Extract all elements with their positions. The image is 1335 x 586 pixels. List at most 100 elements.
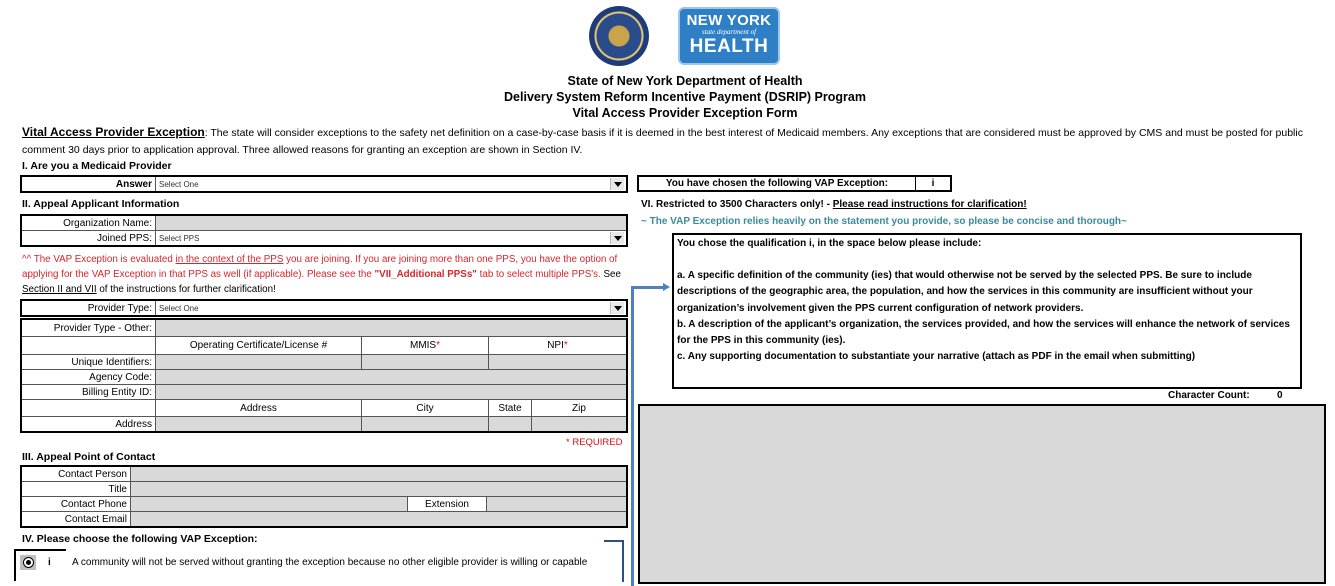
logo-line-3: HEALTH [689, 36, 769, 57]
op-cert-header: Operating Certificate/License # [155, 336, 362, 355]
city-input[interactable] [361, 416, 489, 433]
answer-select[interactable]: Select One [155, 175, 628, 193]
npi-header-text: NPI [547, 340, 564, 351]
required-note: * REQUIRED [566, 437, 623, 448]
provider-type-other-input[interactable] [155, 318, 628, 337]
provider-type-select[interactable]: Select One [155, 299, 628, 317]
medicaid-provider-table: Answer Select One [20, 175, 628, 193]
contact-phone-label: Contact Phone [20, 496, 131, 512]
pps-context-note: ^^ The VAP Exception is evaluated in the… [22, 252, 622, 297]
instruction-b: b. A description of the applicant’s orga… [677, 318, 1290, 347]
note-end: of the instructions for further clarific… [96, 284, 276, 295]
agency-code-label: Agency Code: [20, 369, 156, 385]
org-name-input[interactable] [155, 214, 628, 231]
contact-person-label: Contact Person [20, 465, 131, 482]
op-cert-input[interactable] [155, 354, 362, 370]
contact-table: Contact Person Title Contact Phone Exten… [20, 465, 628, 528]
option-i-text: A community will not be served without g… [72, 557, 588, 568]
intro-lead: Vital Access Provider Exception [22, 125, 205, 139]
npi-input[interactable] [488, 354, 628, 370]
joined-pps-value: Select PPS [159, 233, 200, 243]
title-line-1: State of New York Department of Health [567, 74, 803, 88]
provider-table: Provider Type: Select One [20, 299, 628, 317]
title-label: Title [20, 481, 131, 497]
note-underlined: in the context of the PPS [175, 254, 284, 265]
section-2-title: II. Appeal Applicant Information [22, 198, 180, 210]
title-line-3: Vital Access Provider Exception Form [572, 106, 798, 120]
contact-phone-input[interactable] [130, 496, 408, 512]
joined-pps-select[interactable]: Select PPS [155, 230, 628, 247]
title-line-2: Delivery System Reform Incentive Payment… [504, 90, 866, 104]
extension-label: Extension [407, 496, 487, 512]
option-i-numeral: i [48, 557, 51, 568]
unique-identifiers-label: Unique Identifiers: [20, 354, 156, 370]
provider-type-other-label: Provider Type - Other: [20, 318, 156, 337]
statement-instructions-box: You chose the qualification i, in the sp… [672, 233, 1302, 389]
contact-email-input[interactable] [130, 511, 628, 528]
empty-cell [20, 399, 156, 417]
answer-label: Answer [20, 175, 156, 193]
statement-textarea[interactable] [638, 404, 1326, 584]
section-3-title: III. Appeal Point of Contact [22, 451, 156, 463]
contact-person-input[interactable] [130, 465, 628, 482]
npi-header: NPI* [488, 336, 628, 355]
section-6-title: VI. Restricted to 3500 Characters only! … [641, 199, 1027, 210]
note-text: ^^ The VAP Exception is evaluated [22, 254, 176, 265]
title-input[interactable] [130, 481, 628, 497]
zip-input[interactable] [531, 416, 628, 433]
note-text: tab to select multiple PPS's. [476, 269, 604, 280]
dropdown-arrow-icon[interactable] [610, 302, 624, 314]
address-header: Address [155, 399, 362, 417]
instruction-c: c. Any supporting documentation to subst… [677, 351, 1196, 363]
mmis-header: MMIS* [361, 336, 489, 355]
note-see: See [603, 269, 621, 280]
state-input[interactable] [488, 416, 532, 433]
section-6-title-text: VI. Restricted to 3500 Characters only! … [641, 199, 833, 210]
ny-state-seal-logo [589, 6, 649, 66]
required-mark: * [563, 340, 568, 351]
provider-type-value: Select One [159, 303, 199, 313]
answer-select-value: Select One [159, 179, 199, 189]
extension-input[interactable] [486, 496, 628, 512]
address-input[interactable] [155, 416, 362, 433]
mmis-header-text: MMIS [409, 340, 437, 351]
statement-advice: ~ The VAP Exception relies heavily on th… [641, 216, 1127, 227]
instructions-section-link[interactable]: Section II and VII [22, 284, 97, 295]
applicant-info-table: Organization Name: Joined PPS: Select PP… [20, 214, 628, 247]
logo-line-1: NEW YORK [686, 12, 772, 29]
radio-selected-icon [23, 557, 34, 568]
bracket-connector [604, 540, 624, 582]
billing-entity-label: Billing Entity ID: [20, 384, 156, 400]
chosen-exception-label: You have chosen the following VAP Except… [639, 177, 916, 190]
required-mark: * [436, 340, 440, 351]
identifiers-table: Provider Type - Other: Operating Certifi… [20, 318, 628, 433]
address-label: Address [20, 416, 156, 433]
character-count-label: Character Count: [1168, 390, 1250, 401]
additional-pps-tab-reference: "VII_Additional PPSs" [374, 269, 477, 280]
instructions-link[interactable]: Please read instructions for clarificati… [833, 199, 1027, 210]
empty-cell [20, 336, 156, 355]
chosen-exception-box: You have chosen the following VAP Except… [637, 175, 952, 192]
org-name-label: Organization Name: [20, 214, 156, 231]
instruction-a: a. A specific definition of the communit… [677, 270, 1253, 314]
arrow-right-icon [663, 283, 670, 291]
mmis-input[interactable] [361, 354, 489, 370]
connector-line [631, 286, 665, 289]
character-count-value: 0 [1277, 390, 1283, 401]
section-4-title: IV. Please choose the following VAP Exce… [22, 533, 258, 545]
billing-entity-input[interactable] [155, 384, 628, 400]
zip-header: Zip [531, 399, 628, 417]
connector-line [631, 286, 634, 586]
provider-type-label: Provider Type: [20, 299, 156, 317]
intro-text: : The state will consider exceptions to … [22, 127, 1303, 156]
city-header: City [361, 399, 489, 417]
agency-code-input[interactable] [155, 369, 628, 385]
joined-pps-label: Joined PPS: [20, 230, 156, 247]
section-1-title: I. Are you a Medicaid Provider [22, 160, 172, 172]
dropdown-arrow-icon[interactable] [610, 178, 624, 190]
option-i-radio[interactable] [20, 555, 36, 570]
dropdown-arrow-icon[interactable] [610, 232, 624, 244]
chosen-exception-value: i [931, 178, 935, 189]
page-title: State of New York Department of Health D… [400, 73, 970, 121]
instructions-intro: You chose the qualification i, in the sp… [677, 238, 982, 249]
